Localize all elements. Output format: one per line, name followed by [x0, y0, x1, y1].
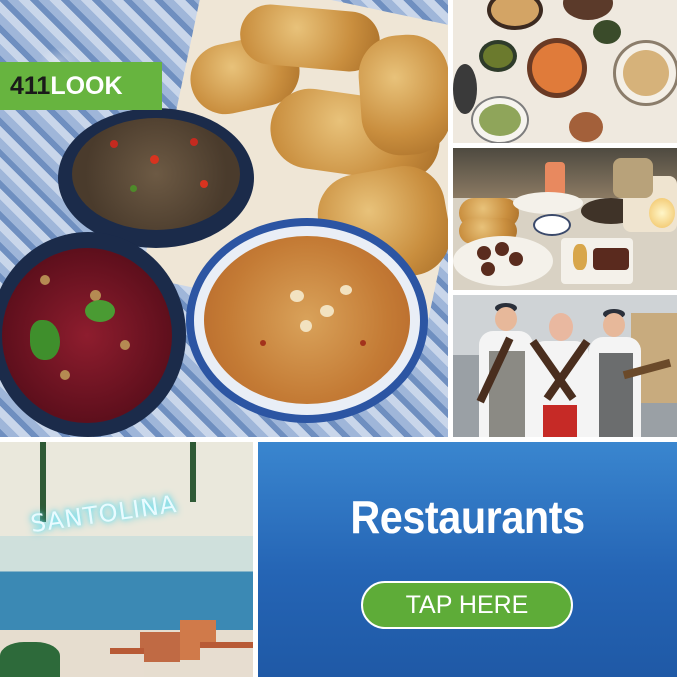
- food-photo-main[interactable]: 411 LOOK: [0, 0, 448, 437]
- neon-sign: SANTOLINA: [28, 489, 179, 539]
- bread-piece: [355, 32, 448, 158]
- photo-chefs-kitchen[interactable]: [453, 295, 677, 437]
- food-photo-table-spread[interactable]: [453, 0, 677, 143]
- site-logo[interactable]: 411 LOOK: [0, 62, 162, 110]
- logo-number: 411: [10, 71, 51, 100]
- logo-word: LOOK: [50, 71, 123, 100]
- eggplant-dip: [72, 118, 240, 230]
- parsley-garnish: [30, 320, 60, 360]
- tap-here-button[interactable]: TAP HERE: [361, 581, 573, 629]
- cta-panel: Restaurants TAP HERE: [258, 442, 677, 677]
- food-photo-dining-table[interactable]: [453, 148, 677, 290]
- photo-restaurant-mural[interactable]: SANTOLINA: [0, 442, 253, 677]
- parsley-garnish: [85, 300, 115, 322]
- cta-title: Restaurants: [350, 491, 585, 543]
- beet-dip: [2, 248, 172, 423]
